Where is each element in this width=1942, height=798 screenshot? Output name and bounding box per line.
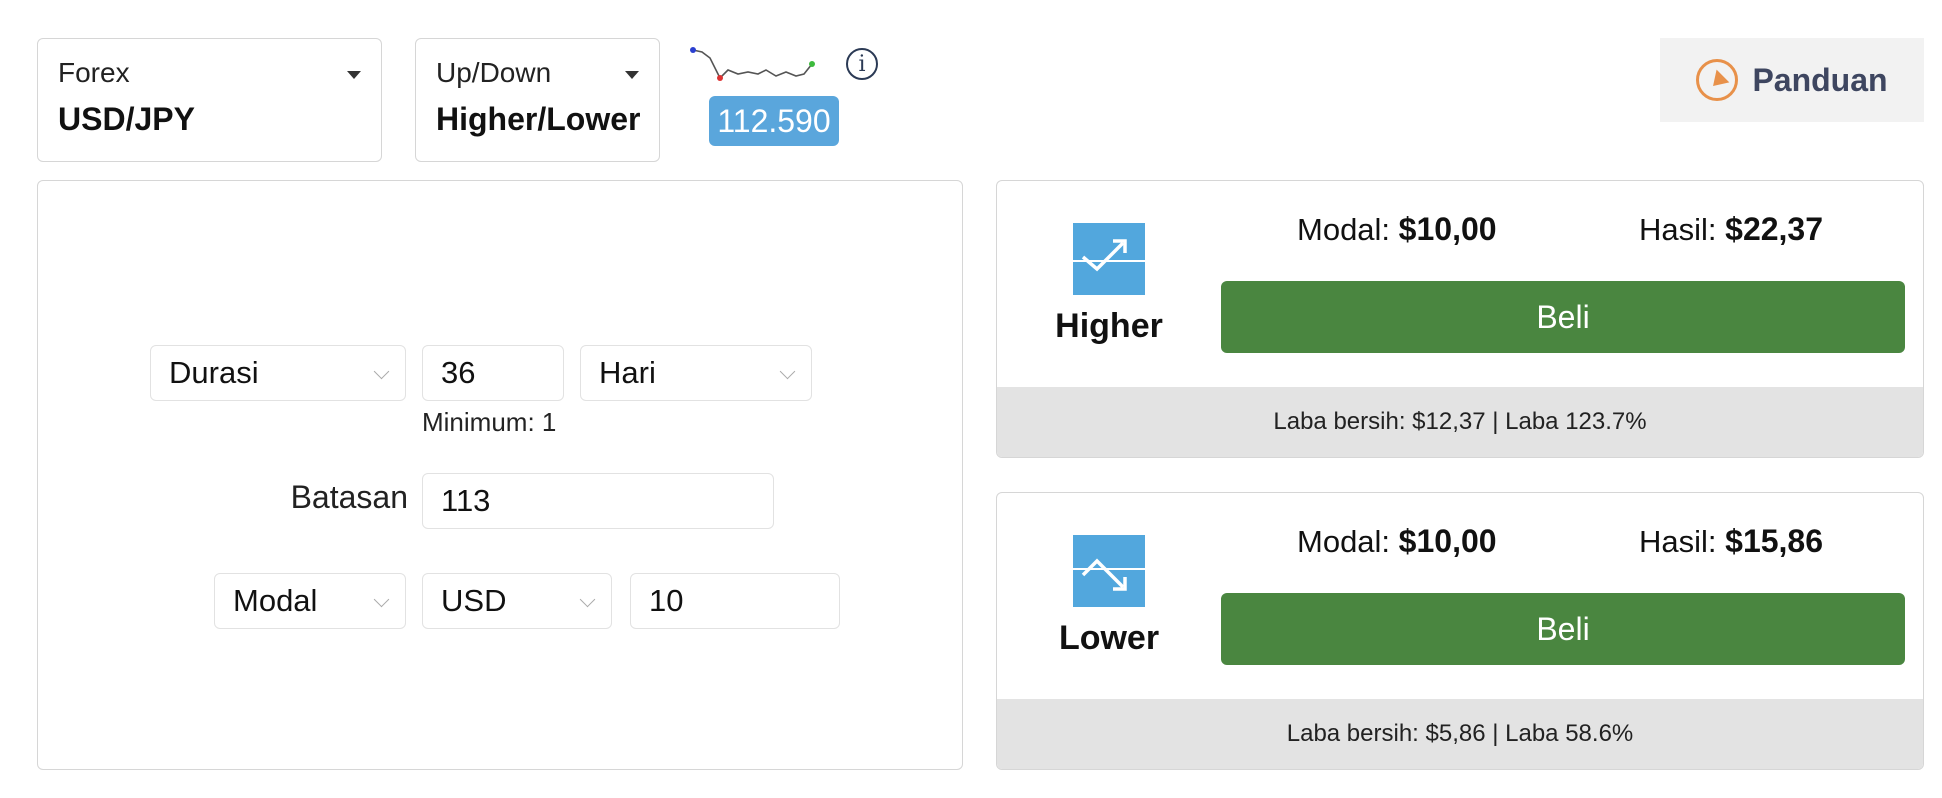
market-asset: USD/JPY xyxy=(58,101,195,137)
payout-summary: Hasil: $15,86 xyxy=(1639,523,1823,560)
profit-summary: Laba bersih: $5,86 | Laba 58.6% xyxy=(997,699,1923,769)
payout-summary-value: $15,86 xyxy=(1725,523,1824,559)
higher-trend-icon xyxy=(1073,223,1145,295)
payout-summary: Hasil: $22,37 xyxy=(1639,211,1823,248)
payout-summary-value: $22,37 xyxy=(1725,211,1824,247)
stake-summary: Modal: $10,00 xyxy=(1297,211,1497,248)
stake-summary: Modal: $10,00 xyxy=(1297,523,1497,560)
contract-card-lower: Lower Modal: $10,00 Hasil: $15,86 Beli L… xyxy=(996,492,1924,770)
stake-amount-input[interactable]: 10 xyxy=(630,573,840,629)
spot-low-marker xyxy=(717,75,723,81)
barrier-input[interactable]: 113 xyxy=(422,473,774,529)
currency-value: USD xyxy=(441,583,507,618)
contract-direction-label: Lower xyxy=(1058,619,1160,657)
price-sparkline xyxy=(690,47,815,81)
duration-minimum-label: Minimum: 1 xyxy=(422,407,557,437)
currency-select[interactable]: USD xyxy=(422,573,612,629)
compass-icon xyxy=(1696,59,1739,101)
barrier-label: Batasan xyxy=(290,479,408,515)
stake-summary-value: $10,00 xyxy=(1398,211,1497,247)
stake-amount-value: 10 xyxy=(649,583,684,618)
duration-unit-select[interactable]: Hari xyxy=(580,345,812,401)
payout-summary-label: Hasil: xyxy=(1639,212,1717,247)
lower-trend-icon xyxy=(1073,535,1145,607)
spot-current-marker xyxy=(809,61,815,67)
payout-summary-label: Hasil: xyxy=(1639,524,1717,559)
duration-type-select[interactable]: Durasi xyxy=(150,345,406,401)
stake-type-value: Modal xyxy=(233,583,318,618)
guide-button[interactable]: Panduan xyxy=(1660,38,1924,122)
duration-type-value: Durasi xyxy=(169,355,259,390)
profit-summary: Laba bersih: $12,37 | Laba 123.7% xyxy=(997,387,1923,457)
duration-unit-value: Hari xyxy=(599,355,656,390)
contract-card-higher: Higher Modal: $10,00 Hasil: $22,37 Beli … xyxy=(996,180,1924,458)
caret-down-icon xyxy=(347,71,361,79)
duration-amount-input[interactable]: 36 xyxy=(422,345,564,401)
current-price-badge: 112.590 xyxy=(709,96,839,146)
duration-amount-value: 36 xyxy=(441,355,476,390)
market-selector[interactable]: Forex USD/JPY xyxy=(37,38,382,162)
option-type-selector[interactable]: Up/Down Higher/Lower xyxy=(415,38,660,162)
caret-down-icon xyxy=(625,71,639,79)
option-type: Higher/Lower xyxy=(436,101,641,137)
contract-direction-label: Higher xyxy=(1055,307,1163,345)
guide-button-label: Panduan xyxy=(1752,61,1888,98)
buy-higher-button[interactable]: Beli xyxy=(1221,281,1905,353)
stake-summary-label: Modal: xyxy=(1297,212,1391,247)
stake-type-select[interactable]: Modal xyxy=(214,573,406,629)
market-category: Forex xyxy=(58,57,130,88)
trade-form-panel: Durasi 36 Hari Minimum: 1 Batasan 113 Mo… xyxy=(37,180,963,770)
option-category: Up/Down xyxy=(436,57,552,88)
info-icon[interactable]: i xyxy=(846,48,878,80)
stake-summary-label: Modal: xyxy=(1297,524,1391,559)
spot-start-marker xyxy=(690,47,696,53)
barrier-value: 113 xyxy=(441,483,491,518)
buy-lower-button[interactable]: Beli xyxy=(1221,593,1905,665)
stake-summary-value: $10,00 xyxy=(1398,523,1497,559)
